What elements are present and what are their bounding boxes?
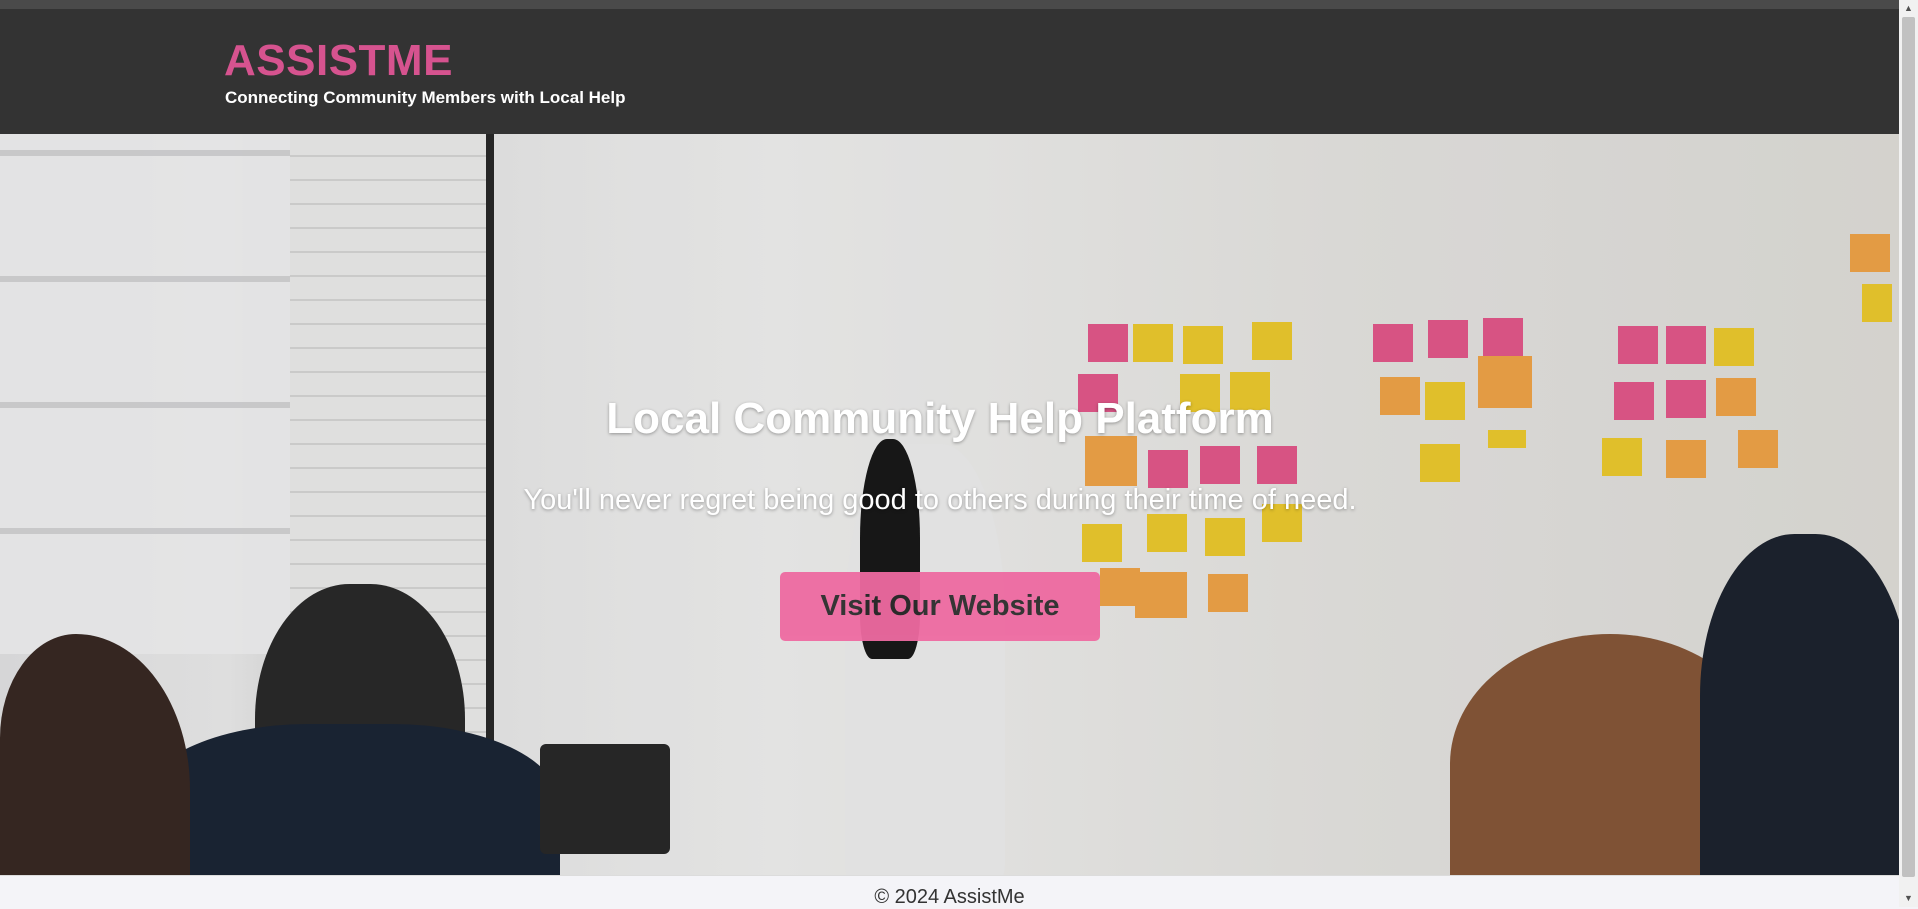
footer-copyright: © 2024 AssistMe xyxy=(874,886,1025,908)
hero-title: Local Community Help Platform xyxy=(606,394,1274,443)
site-tagline: Connecting Community Members with Local … xyxy=(225,88,626,107)
hero-section: Local Community Help Platform You'll nev… xyxy=(0,134,1899,875)
window-top-strip xyxy=(0,0,1899,9)
brand-logo[interactable]: ASSISTME xyxy=(224,36,453,86)
visit-website-button[interactable]: Visit Our Website xyxy=(780,572,1100,641)
scrollbar-thumb[interactable] xyxy=(1902,17,1915,877)
site-footer: © 2024 AssistMe xyxy=(0,875,1899,908)
hero-subtitle: You'll never regret being good to others… xyxy=(523,484,1357,516)
scroll-up-icon[interactable]: ▲ xyxy=(1899,0,1918,17)
site-header: ASSISTME Connecting Community Members wi… xyxy=(0,9,1899,134)
vertical-scrollbar[interactable]: ▲ ▼ xyxy=(1899,0,1918,907)
scroll-down-icon[interactable]: ▼ xyxy=(1899,890,1918,907)
